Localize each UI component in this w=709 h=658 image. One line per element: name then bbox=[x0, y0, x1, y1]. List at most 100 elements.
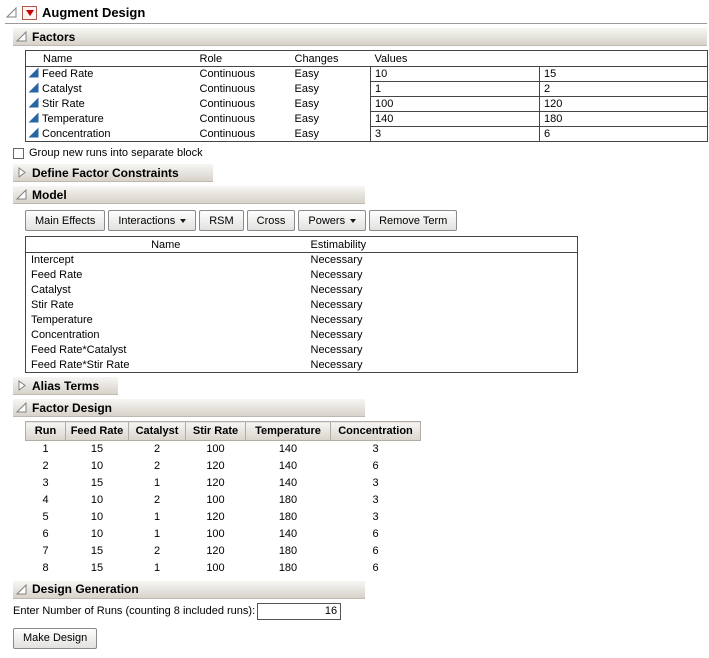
model-term-row[interactable]: Feed RateNecessary bbox=[26, 268, 578, 283]
model-term-row[interactable]: Stir RateNecessary bbox=[26, 298, 578, 313]
disclosure-expanded-icon[interactable] bbox=[16, 189, 27, 200]
factor-changes[interactable]: Easy bbox=[291, 127, 371, 142]
factor-name: Feed Rate bbox=[42, 68, 93, 80]
design-cell: 140 bbox=[246, 458, 331, 475]
factors-col-changes[interactable]: Changes bbox=[291, 51, 371, 67]
factor-role[interactable]: Continuous bbox=[196, 127, 291, 142]
red-triangle-menu-button[interactable] bbox=[22, 6, 37, 20]
factor-changes[interactable]: Easy bbox=[291, 112, 371, 127]
disclosure-expanded-icon[interactable] bbox=[16, 31, 27, 42]
design-generation-header[interactable]: Design Generation bbox=[13, 581, 365, 599]
model-term-row[interactable]: CatalystNecessary bbox=[26, 283, 578, 298]
model-term-row[interactable]: Feed Rate*Stir RateNecessary bbox=[26, 358, 578, 373]
design-cell: 180 bbox=[246, 492, 331, 509]
factor-changes[interactable]: Easy bbox=[291, 97, 371, 112]
design-column-header[interactable]: Catalyst bbox=[129, 422, 186, 441]
design-cell: 1 bbox=[129, 560, 186, 577]
continuous-factor-icon bbox=[28, 67, 39, 81]
model-col-estimability[interactable]: Estimability bbox=[306, 237, 578, 253]
design-cell: 6 bbox=[26, 526, 66, 543]
design-cell: 180 bbox=[246, 560, 331, 577]
number-of-runs-input[interactable] bbox=[257, 603, 341, 620]
design-cell: 120 bbox=[186, 543, 246, 560]
factor-name-cell[interactable]: Catalyst bbox=[26, 82, 196, 97]
factor-value-low[interactable]: 3 bbox=[371, 127, 540, 142]
model-section-header[interactable]: Model bbox=[13, 186, 365, 204]
group-runs-checkbox-label: Group new runs into separate block bbox=[29, 147, 203, 159]
define-factor-constraints-header[interactable]: Define Factor Constraints bbox=[13, 164, 213, 182]
design-column-header[interactable]: Feed Rate bbox=[66, 422, 129, 441]
factor-value-low[interactable]: 1 bbox=[371, 82, 540, 97]
factor-role[interactable]: Continuous bbox=[196, 82, 291, 97]
model-terms-table: Name Estimability InterceptNecessaryFeed… bbox=[25, 236, 578, 373]
factor-value-high[interactable]: 2 bbox=[540, 82, 708, 97]
factor-value-low[interactable]: 100 bbox=[371, 97, 540, 112]
model-col-name[interactable]: Name bbox=[26, 237, 306, 253]
factor-name-cell[interactable]: Temperature bbox=[26, 112, 196, 127]
cross-button[interactable]: Cross bbox=[247, 210, 296, 231]
factor-row: TemperatureContinuousEasy140180 bbox=[26, 112, 708, 127]
factors-section-header[interactable]: Factors bbox=[13, 28, 707, 46]
alias-terms-header[interactable]: Alias Terms bbox=[13, 377, 118, 395]
design-cell: 1 bbox=[26, 441, 66, 458]
factor-role[interactable]: Continuous bbox=[196, 112, 291, 127]
model-term-row[interactable]: Feed Rate*CatalystNecessary bbox=[26, 343, 578, 358]
factor-name-cell[interactable]: Concentration bbox=[26, 127, 196, 142]
model-term-row[interactable]: ConcentrationNecessary bbox=[26, 328, 578, 343]
factor-changes[interactable]: Easy bbox=[291, 67, 371, 82]
factors-col-role[interactable]: Role bbox=[196, 51, 291, 67]
factor-name-cell[interactable]: Stir Rate bbox=[26, 97, 196, 112]
design-cell: 180 bbox=[246, 543, 331, 560]
factor-name: Catalyst bbox=[42, 83, 82, 95]
powers-button[interactable]: Powers bbox=[298, 210, 366, 231]
rsm-button[interactable]: RSM bbox=[199, 210, 243, 231]
factor-value-high[interactable]: 15 bbox=[540, 67, 708, 82]
model-term-estimability: Necessary bbox=[306, 343, 578, 358]
model-term-row[interactable]: InterceptNecessary bbox=[26, 253, 578, 268]
factor-role[interactable]: Continuous bbox=[196, 97, 291, 112]
factor-value-low[interactable]: 140 bbox=[371, 112, 540, 127]
disclosure-collapsed-icon[interactable] bbox=[16, 167, 27, 178]
design-cell: 1 bbox=[129, 475, 186, 492]
design-cell: 3 bbox=[331, 475, 421, 492]
factors-col-values[interactable]: Values bbox=[371, 51, 708, 67]
disclosure-expanded-icon[interactable] bbox=[16, 402, 27, 413]
design-cell: 6 bbox=[331, 543, 421, 560]
factor-value-high[interactable]: 180 bbox=[540, 112, 708, 127]
model-term-name: Feed Rate*Catalyst bbox=[26, 343, 306, 358]
factor-name-cell[interactable]: Feed Rate bbox=[26, 67, 196, 82]
disclosure-expanded-icon[interactable] bbox=[16, 584, 27, 595]
disclosure-collapsed-icon[interactable] bbox=[16, 380, 27, 391]
factor-design-header[interactable]: Factor Design bbox=[13, 399, 365, 417]
main-effects-button[interactable]: Main Effects bbox=[25, 210, 105, 231]
design-cell: 10 bbox=[66, 492, 129, 509]
design-cell: 120 bbox=[186, 458, 246, 475]
continuous-factor-icon bbox=[28, 112, 39, 126]
design-cell: 3 bbox=[331, 492, 421, 509]
design-column-header[interactable]: Run bbox=[26, 422, 66, 441]
design-column-header[interactable]: Temperature bbox=[246, 422, 331, 441]
group-runs-checkbox[interactable] bbox=[13, 148, 24, 159]
group-runs-checkbox-row[interactable]: Group new runs into separate block bbox=[13, 146, 707, 160]
design-run-row: 21021201406 bbox=[26, 458, 421, 475]
make-design-button[interactable]: Make Design bbox=[13, 628, 97, 649]
design-cell: 120 bbox=[186, 509, 246, 526]
factor-name: Stir Rate bbox=[42, 98, 85, 110]
disclosure-expanded-icon[interactable] bbox=[6, 7, 17, 18]
factor-value-low[interactable]: 10 bbox=[371, 67, 540, 82]
factor-changes[interactable]: Easy bbox=[291, 82, 371, 97]
factors-col-name[interactable]: Name bbox=[26, 51, 196, 67]
factor-value-high[interactable]: 120 bbox=[540, 97, 708, 112]
factor-value-high[interactable]: 6 bbox=[540, 127, 708, 142]
interactions-button[interactable]: Interactions bbox=[108, 210, 196, 231]
design-cell: 140 bbox=[246, 526, 331, 543]
model-term-name: Intercept bbox=[26, 253, 306, 268]
remove-term-button[interactable]: Remove Term bbox=[369, 210, 457, 231]
button-label: Main Effects bbox=[35, 215, 95, 227]
design-cell: 180 bbox=[246, 509, 331, 526]
model-term-row[interactable]: TemperatureNecessary bbox=[26, 313, 578, 328]
model-term-estimability: Necessary bbox=[306, 268, 578, 283]
factor-role[interactable]: Continuous bbox=[196, 67, 291, 82]
design-column-header[interactable]: Stir Rate bbox=[186, 422, 246, 441]
design-column-header[interactable]: Concentration bbox=[331, 422, 421, 441]
